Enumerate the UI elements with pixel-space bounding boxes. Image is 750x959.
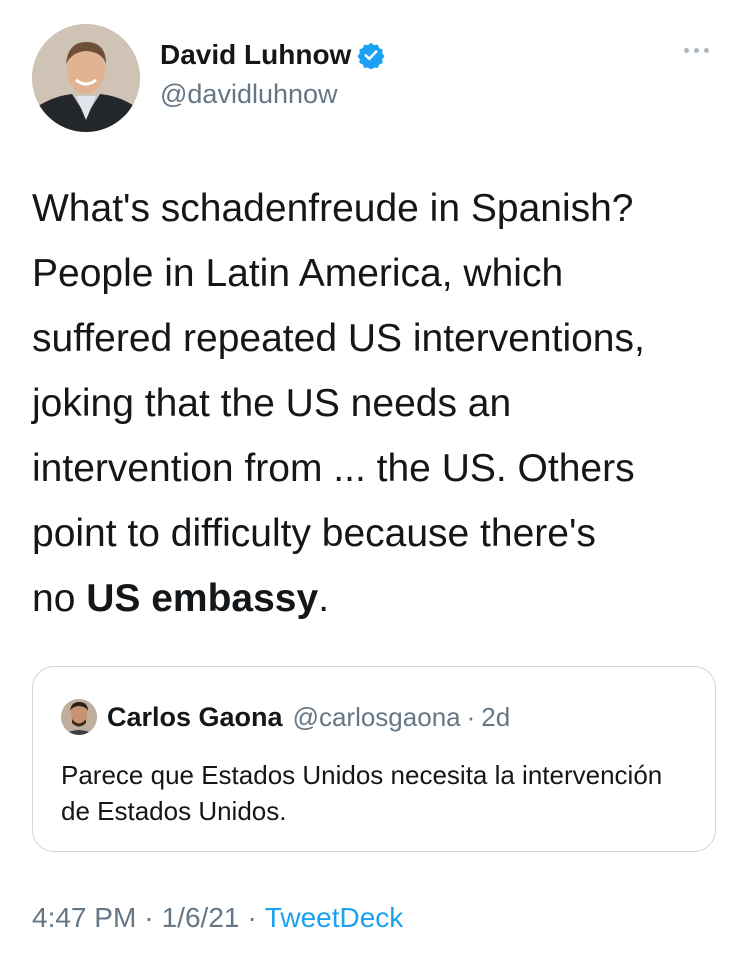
- author-name-text[interactable]: David Luhnow: [160, 38, 351, 72]
- meta-separator: ·: [144, 902, 154, 933]
- quoted-author-handle[interactable]: @carlosgaona: [293, 702, 461, 733]
- tweet-source-link[interactable]: TweetDeck: [265, 902, 404, 934]
- tweet-line-prefix: no: [32, 577, 87, 620]
- tweet-line: People in Latin America, which: [32, 252, 564, 295]
- tweet-line: intervention from ... the US. Others: [32, 447, 635, 490]
- quoted-separator: ·: [466, 701, 476, 732]
- quoted-time: 2d: [481, 701, 511, 732]
- tweet-line: joking that the US needs an: [32, 382, 512, 425]
- tweet-body: What's schadenfreude in Spanish? People …: [32, 176, 732, 631]
- author-names: David Luhnow @davidluhnow: [160, 38, 385, 112]
- tweet-time: 4:47 PM: [32, 902, 137, 933]
- tweet-bold-text: US embassy: [86, 577, 319, 620]
- more-dot: [683, 47, 689, 53]
- verified-badge-icon: [357, 41, 385, 70]
- tweet-meta: 4:47 PM · 1/6/21 · TweetDeck: [32, 902, 403, 934]
- tweet-header: David Luhnow @davidluhnow: [32, 24, 722, 134]
- more-dot: [703, 47, 709, 53]
- tweet-line: suffered repeated US interventions,: [32, 317, 645, 360]
- quoted-tweet-header: Carlos Gaona @carlosgaona · 2d: [61, 699, 510, 735]
- meta-separator: ·: [247, 902, 257, 933]
- tweet-line: point to difficulty because there's: [32, 512, 596, 555]
- tweet-date: 1/6/21: [161, 902, 240, 933]
- more-options-icon[interactable]: [676, 40, 716, 60]
- quoted-tweet-text: Parece que Estados Unidos necesita la in…: [61, 760, 663, 826]
- tweet-line-suffix: .: [318, 577, 330, 620]
- more-dot: [693, 47, 699, 53]
- author-display-name[interactable]: David Luhnow: [160, 38, 385, 72]
- tweet-line: What's schadenfreude in Spanish?: [32, 187, 634, 230]
- quoted-tweet-card[interactable]: Carlos Gaona @carlosgaona · 2d Parece qu…: [32, 666, 716, 852]
- author-avatar[interactable]: [32, 24, 140, 132]
- quoted-author-name[interactable]: Carlos Gaona: [107, 702, 283, 733]
- author-handle[interactable]: @davidluhnow: [160, 76, 385, 112]
- quoted-author-avatar: [61, 699, 97, 735]
